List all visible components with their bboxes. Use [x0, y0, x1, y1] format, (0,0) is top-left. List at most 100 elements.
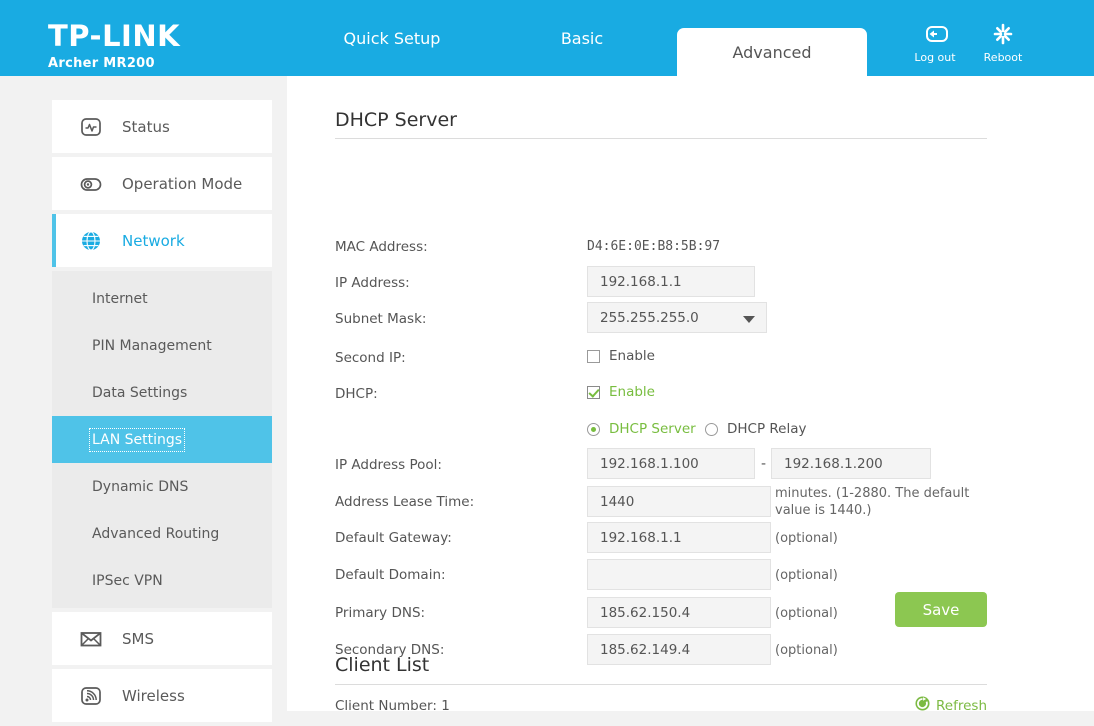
lease-time-hint: minutes. (1-2880. The default value is 1… [775, 485, 980, 519]
active-indicator [52, 157, 56, 210]
sidebar-subitem-internet[interactable]: Internet [52, 275, 272, 322]
sidebar-item-operation-mode-label: Operation Mode [122, 175, 242, 193]
second-ip-label: Second IP: [335, 350, 406, 366]
sidebar-item-network-label: Network [122, 232, 185, 250]
active-indicator [52, 100, 56, 153]
sidebar-item-network[interactable]: Network [52, 214, 272, 267]
primary-dns-label: Primary DNS: [335, 605, 425, 621]
sidebar-item-sms[interactable]: SMS [52, 612, 272, 665]
active-indicator [52, 214, 56, 267]
tab-basic[interactable]: Basic [522, 0, 642, 76]
sidebar-subitem-ipsec-vpn[interactable]: IPSec VPN [52, 557, 272, 604]
sidebar-item-sms-label: SMS [122, 630, 154, 648]
lease-time-input[interactable]: 1440 [587, 486, 771, 517]
tab-quick-setup-label: Quick Setup [344, 29, 441, 48]
active-indicator [52, 612, 56, 665]
sidebar-subitem-data-settings-label: Data Settings [92, 385, 187, 401]
default-domain-hint: (optional) [775, 567, 838, 584]
client-list-title: Client List [335, 654, 429, 676]
radio-dot-selected [587, 423, 600, 436]
lease-time-label: Address Lease Time: [335, 494, 474, 510]
dhcp-server-radio-label: DHCP Server [609, 421, 696, 437]
logout-label: Log out [900, 51, 970, 64]
sidebar-subitem-pin-management[interactable]: PIN Management [52, 322, 272, 369]
dhcp-enable-checkbox[interactable]: Enable [587, 384, 655, 400]
checkbox-box [587, 350, 600, 363]
refresh-button[interactable]: Refresh [915, 696, 987, 711]
default-domain-input[interactable] [587, 559, 771, 590]
default-gateway-label: Default Gateway: [335, 530, 452, 546]
default-domain-label: Default Domain: [335, 567, 446, 583]
title-divider [335, 138, 987, 139]
sidebar-subitem-advanced-routing-label: Advanced Routing [92, 526, 219, 542]
dhcp-enable-label: Enable [609, 384, 655, 400]
page-title: DHCP Server [335, 109, 457, 131]
default-gateway-input[interactable]: 192.168.1.1 [587, 522, 771, 553]
brand-model: Archer MR200 [48, 56, 180, 71]
tab-basic-label: Basic [561, 29, 603, 48]
sidebar-subitem-ipsec-vpn-label: IPSec VPN [92, 573, 163, 589]
primary-dns-hint: (optional) [775, 605, 838, 622]
client-number: Client Number: 1 [335, 698, 450, 711]
app-header: TP-LINK Archer MR200 Quick Setup Basic A… [0, 0, 1094, 76]
sidebar-subitem-lan-settings[interactable]: LAN Settings [52, 416, 272, 463]
dhcp-relay-radio[interactable]: DHCP Relay [705, 421, 807, 437]
sidebar-subitem-dynamic-dns-label: Dynamic DNS [92, 479, 188, 495]
status-waveform-icon [76, 115, 106, 139]
mac-address-label: MAC Address: [335, 239, 428, 255]
sidebar-subitem-data-settings[interactable]: Data Settings [52, 369, 272, 416]
primary-dns-input[interactable]: 185.62.150.4 [587, 597, 771, 628]
sidebar-subitem-lan-settings-label: LAN Settings [92, 431, 182, 449]
sidebar-item-operation-mode[interactable]: Operation Mode [52, 157, 272, 210]
sidebar-menu: Status Operation Mode [52, 100, 272, 726]
logout-icon [900, 22, 970, 48]
brand-logo: TP-LINK Archer MR200 [48, 22, 180, 71]
checkbox-box-checked [587, 386, 600, 399]
second-ip-enable-checkbox[interactable]: Enable [587, 348, 655, 364]
active-indicator [52, 669, 56, 722]
mac-address-value: D4:6E:0E:B8:5B:97 [587, 239, 720, 254]
second-ip-enable-label: Enable [609, 348, 655, 364]
pool-end-input[interactable]: 192.168.1.200 [771, 448, 931, 479]
operation-mode-icon [76, 172, 106, 196]
refresh-label: Refresh [936, 698, 987, 712]
sidebar-item-wireless[interactable]: Wireless [52, 669, 272, 722]
logout-button[interactable]: Log out [900, 22, 970, 64]
tab-advanced[interactable]: Advanced [677, 28, 867, 76]
radio-dot [705, 423, 718, 436]
brand-name: TP-LINK [48, 22, 180, 51]
tab-advanced-label: Advanced [732, 43, 811, 62]
envelope-icon [76, 627, 106, 651]
chevron-down-icon [743, 316, 755, 323]
sidebar-subitem-pin-management-label: PIN Management [92, 338, 212, 354]
ip-address-label: IP Address: [335, 275, 410, 291]
refresh-icon [915, 696, 930, 711]
sidebar: Status Operation Mode [0, 76, 287, 711]
secondary-dns-input[interactable]: 185.62.149.4 [587, 634, 771, 665]
tab-quick-setup[interactable]: Quick Setup [322, 0, 462, 76]
default-gateway-hint: (optional) [775, 530, 838, 547]
ip-address-pool-label: IP Address Pool: [335, 457, 442, 473]
subnet-mask-label: Subnet Mask: [335, 311, 426, 327]
sidebar-subitem-advanced-routing[interactable]: Advanced Routing [52, 510, 272, 557]
reboot-button[interactable]: Reboot [968, 22, 1038, 64]
pool-start-input[interactable]: 192.168.1.100 [587, 448, 755, 479]
dhcp-relay-radio-label: DHCP Relay [727, 421, 807, 437]
subnet-mask-select[interactable]: 255.255.255.0 [587, 302, 767, 333]
sidebar-item-wireless-label: Wireless [122, 687, 185, 705]
sidebar-subitem-internet-label: Internet [92, 291, 148, 307]
dhcp-server-radio[interactable]: DHCP Server [587, 421, 696, 437]
wireless-signal-icon [76, 684, 106, 708]
sidebar-subitem-dynamic-dns[interactable]: Dynamic DNS [52, 463, 272, 510]
secondary-dns-hint: (optional) [775, 642, 838, 659]
ip-address-input[interactable]: 192.168.1.1 [587, 266, 755, 297]
dhcp-label: DHCP: [335, 386, 378, 402]
network-submenu: Internet PIN Management Data Settings LA… [52, 271, 272, 608]
save-button[interactable]: Save [895, 592, 987, 627]
sidebar-item-status[interactable]: Status [52, 100, 272, 153]
client-list-divider [335, 684, 987, 685]
sidebar-item-status-label: Status [122, 118, 170, 136]
globe-icon [76, 229, 106, 253]
reboot-icon [968, 22, 1038, 48]
main-content: DHCP Server MAC Address: D4:6E:0E:B8:5B:… [287, 76, 1094, 711]
